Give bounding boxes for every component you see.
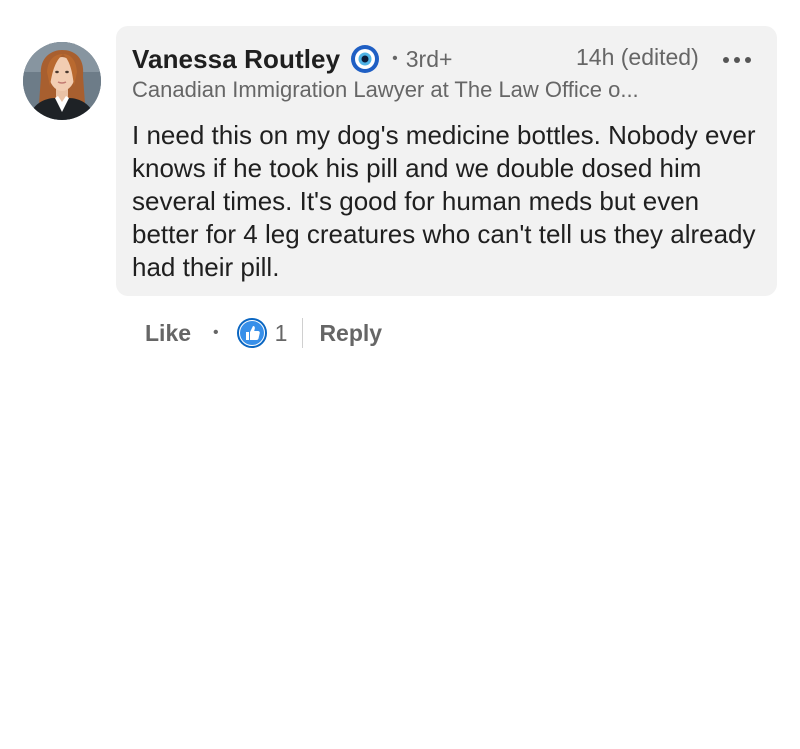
avatar[interactable]	[23, 42, 101, 120]
comment-actions: Like • 1 Reply	[145, 315, 382, 351]
actions-separator: •	[213, 324, 219, 341]
connection-degree: 3rd+	[405, 45, 453, 72]
author-name[interactable]: Vanessa Routley	[132, 44, 340, 75]
evil-eye-icon	[351, 45, 380, 73]
comment-bubble: Vanessa Routley • 3rd+ 14h (edited) Cana…	[116, 26, 777, 296]
author-headline: Canadian Immigration Lawyer at The Law O…	[132, 77, 639, 102]
comment-thread: Vanessa Routley • 3rd+ 14h (edited) Cana…	[0, 0, 800, 749]
timestamp: 14h (edited)	[576, 44, 699, 70]
reply-button[interactable]: Reply	[319, 320, 382, 347]
actions-divider	[302, 318, 304, 348]
like-reaction-icon[interactable]	[236, 318, 267, 348]
header-separator: •	[392, 50, 398, 67]
like-count[interactable]: 1	[275, 320, 288, 347]
more-options-icon[interactable]	[720, 48, 754, 72]
avatar-portrait	[23, 42, 101, 120]
like-button[interactable]: Like	[145, 320, 191, 347]
comment-header: Vanessa Routley • 3rd+	[132, 42, 452, 76]
comment-text: I need this on my dog's medicine bottles…	[132, 120, 756, 282]
